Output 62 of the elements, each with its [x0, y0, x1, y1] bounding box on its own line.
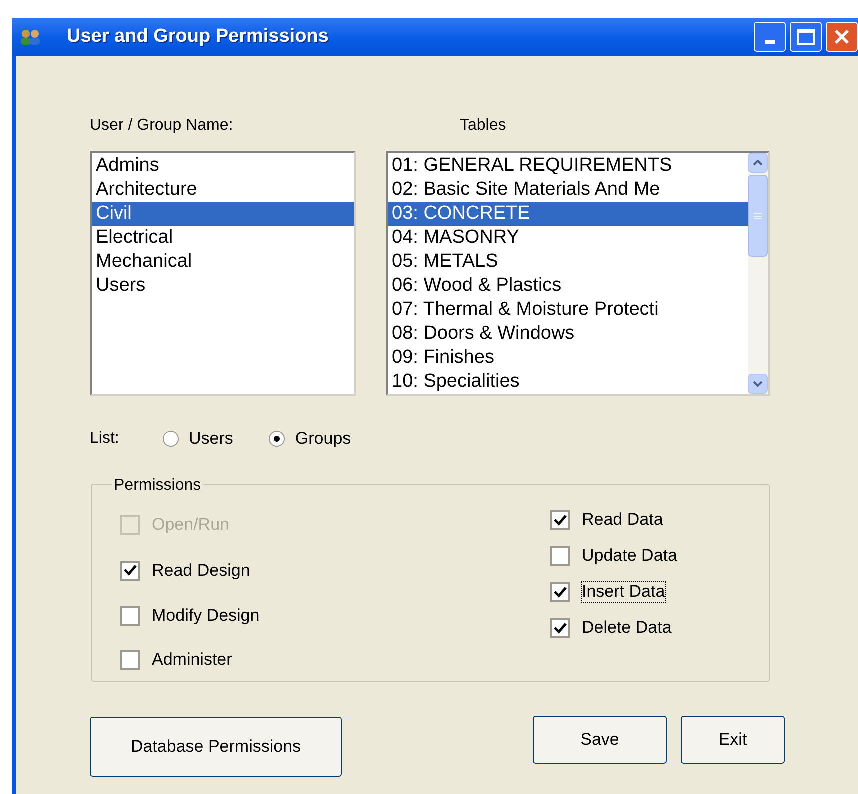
window-title: User and Group Permissions: [67, 24, 329, 49]
radio-label: Groups: [295, 428, 352, 450]
list-item[interactable]: 06: Wood & Plastics: [388, 274, 748, 298]
scrollbar[interactable]: [748, 153, 768, 394]
list-item[interactable]: 10: Specialities: [388, 370, 748, 394]
scroll-down-button[interactable]: [748, 374, 768, 394]
list-item[interactable]: 07: Thermal & Moisture Protecti: [388, 298, 748, 322]
close-button[interactable]: [826, 22, 858, 52]
checkbox-label: Update Data: [582, 546, 678, 566]
check-icon: [124, 565, 136, 576]
checkbox[interactable]: [550, 582, 570, 602]
scroll-up-button[interactable]: [748, 153, 768, 173]
exit-button[interactable]: Exit: [681, 716, 785, 764]
chevron-up-icon: [753, 160, 763, 166]
checkbox[interactable]: [550, 510, 570, 530]
check-icon: [554, 514, 566, 526]
list-item[interactable]: Electrical: [92, 226, 354, 250]
list-item[interactable]: 08: Doors & Windows: [388, 322, 748, 346]
checkbox-label: Read Data: [582, 510, 664, 530]
radio-button[interactable]: [269, 431, 286, 447]
list-item[interactable]: Civil: [92, 202, 354, 226]
maximize-button[interactable]: [790, 22, 822, 52]
list-item[interactable]: Admins: [92, 154, 354, 178]
list-item[interactable]: Users: [92, 274, 354, 298]
checkbox[interactable]: [120, 560, 140, 581]
grip-icon: [754, 212, 762, 220]
list-box[interactable]: Admins Architecture Civil Electrical Mechanical Users: [90, 151, 356, 396]
radio-button[interactable]: [163, 431, 179, 447]
list-item[interactable]: 01: GENERAL REQUIREMENTS: [388, 154, 748, 178]
list-label: List:: [90, 429, 120, 449]
list-item[interactable]: 03: CONCRETE: [388, 202, 748, 226]
chevron-down-icon: [753, 381, 763, 387]
user-group-label: User / Group Name:: [90, 116, 234, 136]
checkbox-label: Delete Data: [582, 618, 672, 638]
database-permissions-button[interactable]: Database Permissions: [90, 717, 342, 777]
check-icon: [554, 622, 566, 634]
list-item[interactable]: 09: Finishes: [388, 346, 748, 370]
maximize-icon: [797, 29, 815, 45]
tables-label: Tables: [460, 116, 506, 136]
list-box[interactable]: 01: GENERAL REQUIREMENTS 02: Basic Site Materials And Me 03: CONCRETE 04: MASONRY 05: METALS 06: Wood & Plastics 07: Thermal & Moisture Protecti 08: Doors & Windows 09: Finishes 10: Specialities: [386, 151, 770, 396]
list-item[interactable]: 05: METALS: [388, 250, 748, 274]
checkbox-label: Insert Data: [582, 582, 666, 602]
minimize-button[interactable]: [754, 22, 786, 52]
close-icon: [834, 29, 850, 45]
checkbox[interactable]: [550, 618, 570, 638]
check-icon: [554, 586, 566, 598]
checkbox-label: Administer: [152, 650, 232, 670]
checkbox[interactable]: [120, 606, 140, 626]
checkbox[interactable]: [550, 546, 570, 566]
checkbox-label: Open/Run: [152, 514, 230, 535]
checkbox-label: Read Design: [152, 560, 250, 581]
checkbox-label: Modify Design: [152, 606, 260, 626]
checkbox[interactable]: [120, 650, 140, 670]
list-item[interactable]: 02: Basic Site Materials And Me: [388, 178, 748, 202]
list-item[interactable]: Architecture: [92, 178, 354, 202]
list-item[interactable]: Mechanical: [92, 250, 354, 274]
save-button[interactable]: Save: [533, 716, 667, 764]
scroll-thumb[interactable]: [748, 175, 768, 257]
minimize-icon: [765, 40, 775, 44]
radio-label: Users: [189, 428, 234, 450]
list-item[interactable]: 04: MASONRY: [388, 226, 748, 250]
users-icon: [20, 29, 42, 45]
